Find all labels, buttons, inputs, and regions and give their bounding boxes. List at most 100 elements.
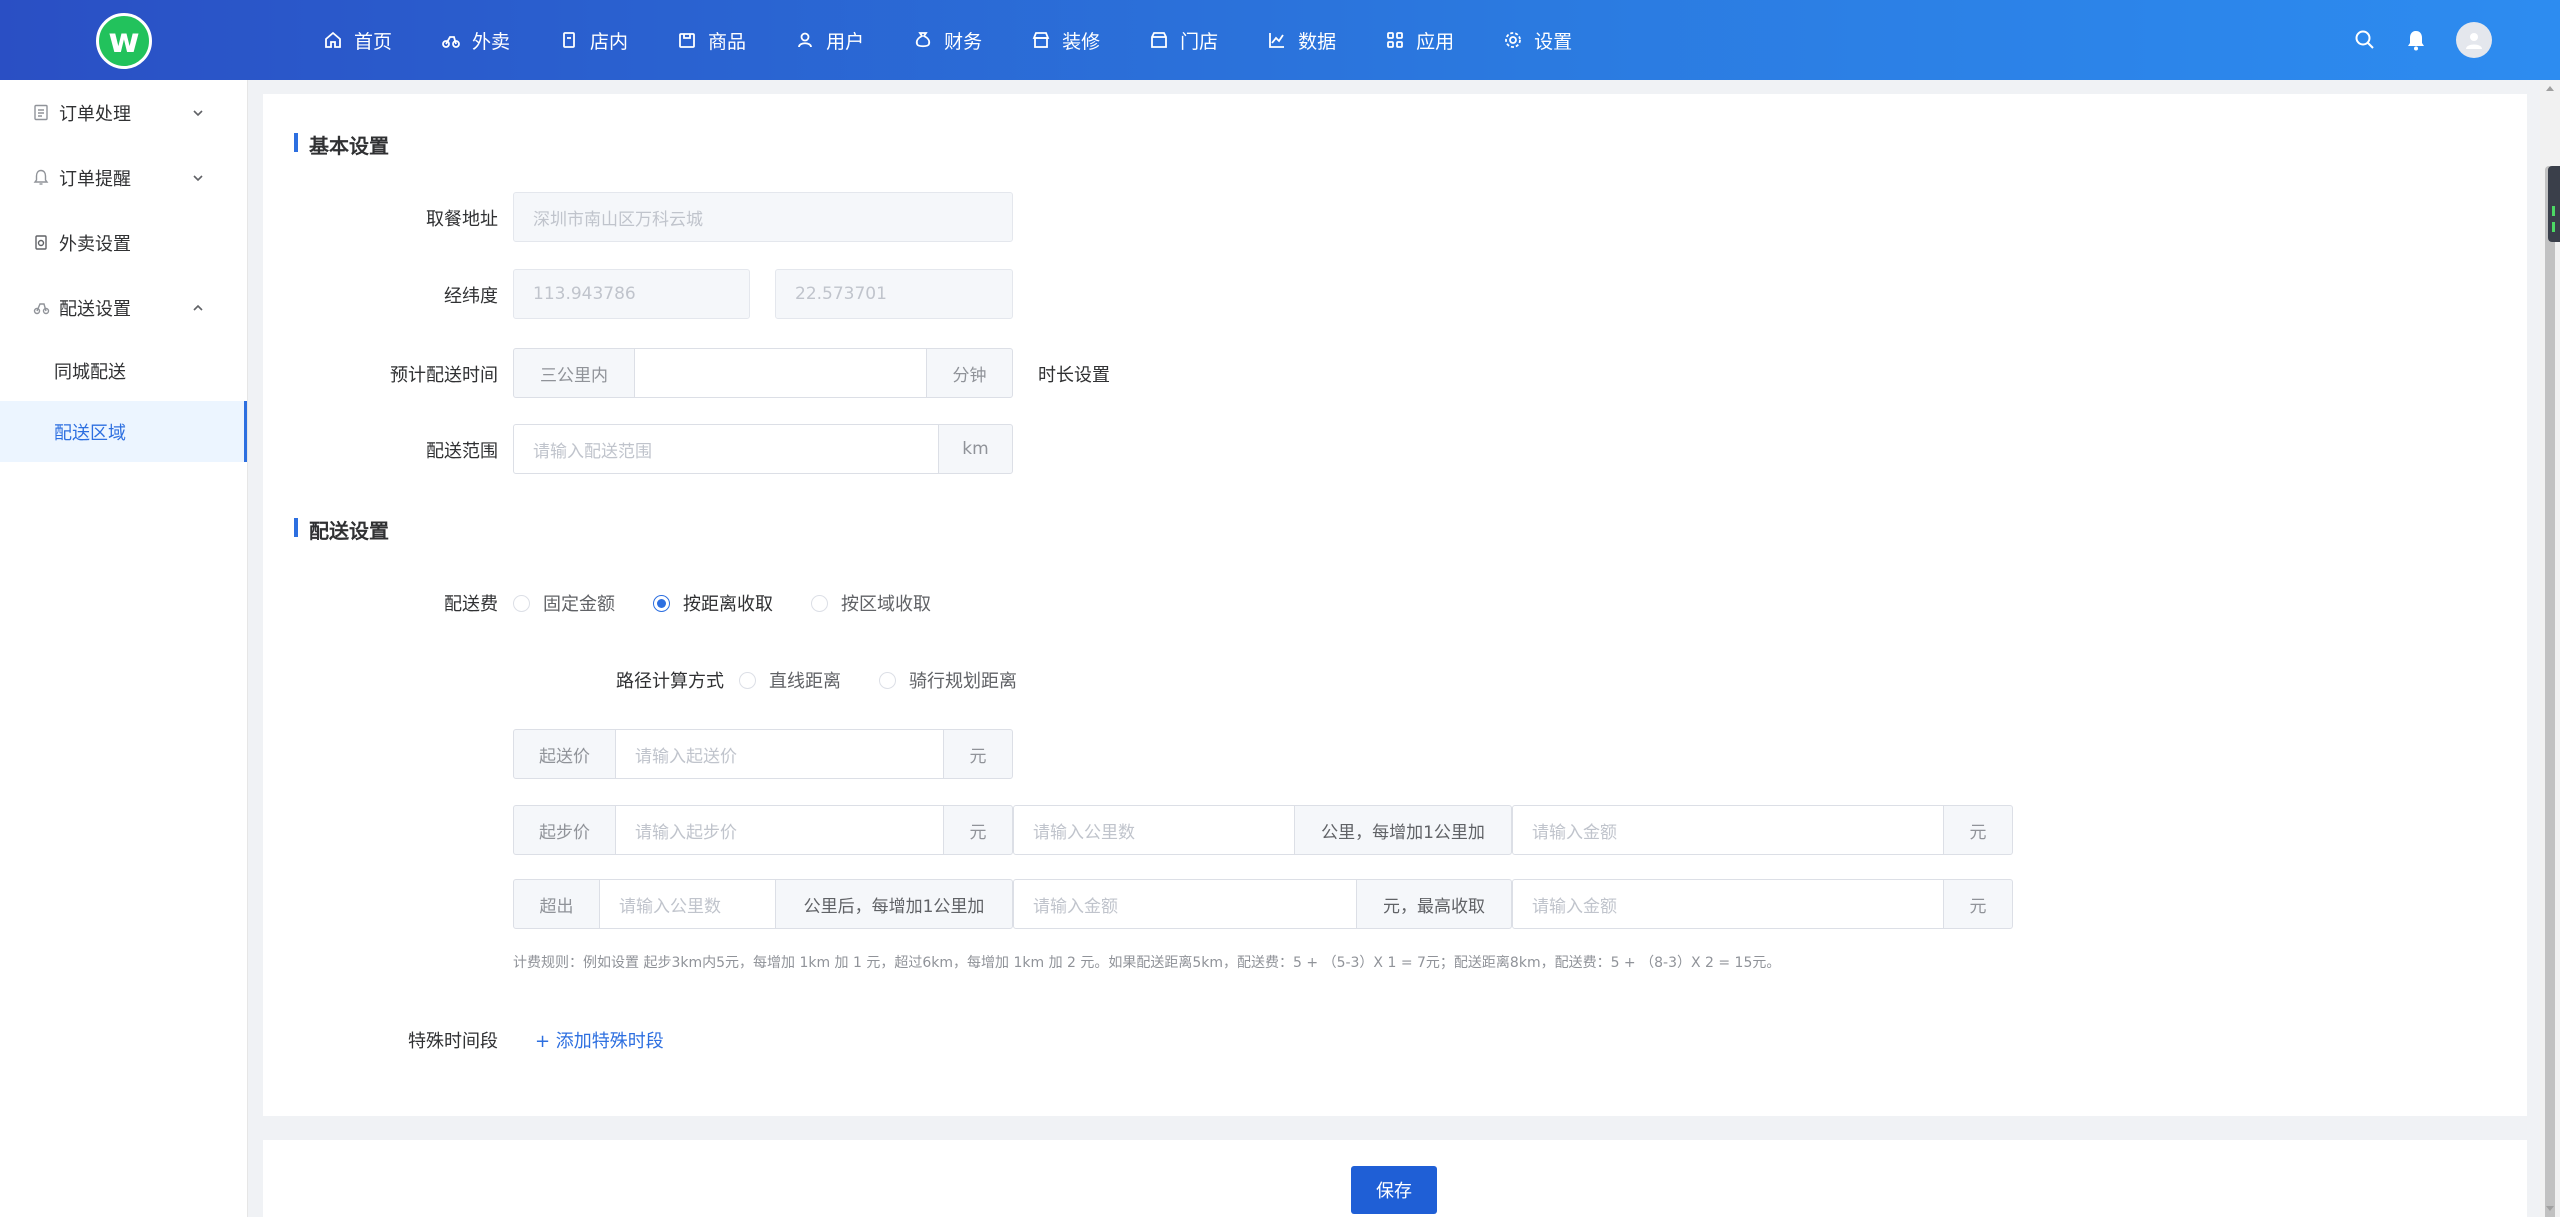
side-float-tab[interactable] (2548, 166, 2560, 242)
app-logo[interactable]: w (96, 13, 152, 69)
scroll-up-arrow[interactable] (2546, 86, 2554, 91)
exceed-km-input[interactable]: 请输入公里数 (599, 879, 776, 929)
radio-by-distance[interactable]: 按距离收取 (653, 590, 773, 616)
bell-icon[interactable] (2406, 29, 2426, 51)
nav-shop[interactable]: 门店 (1148, 0, 1218, 80)
chevron-down-icon (191, 171, 205, 185)
start-km-input[interactable]: 请输入公里数 (1013, 805, 1295, 855)
document-icon (31, 103, 51, 123)
longitude-input[interactable]: 113.943786 (513, 269, 750, 319)
sidebar-item-delivery-settings[interactable]: 配送设置 (0, 275, 247, 340)
latlng-label: 经纬度 (444, 286, 498, 307)
range-input[interactable]: 请输入配送范围 (513, 424, 939, 474)
duration-settings-link[interactable]: 时长设置 (1038, 361, 1110, 387)
nav-dinein[interactable]: 店内 (558, 0, 628, 80)
sidebar-item-order-process[interactable]: 订单处理 (0, 80, 247, 145)
sidebar-item-order-remind[interactable]: 订单提醒 (0, 145, 247, 210)
goods-icon (676, 29, 698, 51)
per-km-amount-input[interactable]: 请输入金额 (1512, 805, 1944, 855)
radio-dot (653, 594, 670, 612)
min-order-input[interactable]: 请输入起送价 (615, 729, 944, 779)
sidebar-subitem-city-delivery[interactable]: 同城配送 (0, 340, 247, 401)
after-km-label: 公里后，每增加1公里加 (775, 879, 1013, 929)
save-button[interactable]: 保存 (1351, 1166, 1437, 1214)
nav-label: 应用 (1416, 30, 1455, 53)
eta-prefix: 三公里内 (513, 348, 635, 398)
nav-label: 装修 (1062, 30, 1101, 53)
add-special-time-link[interactable]: + 添加特殊时段 (535, 1027, 664, 1053)
latitude-input[interactable]: 22.573701 (775, 269, 1013, 319)
home-icon (322, 29, 344, 51)
per-km-amount-placeholder: 请输入金额 (1532, 822, 1617, 843)
radio-label: 骑行规划距离 (909, 671, 1017, 692)
radio-dot (879, 671, 896, 689)
billing-rule-hint: 计费规则：例如设置 起步3km内5元，每增加 1km 加 1 元，超过6km，每… (513, 955, 1781, 971)
start-km-placeholder: 请输入公里数 (1033, 822, 1135, 843)
nav-apps[interactable]: 应用 (1384, 0, 1454, 80)
search-icon[interactable] (2354, 29, 2376, 51)
nav-label: 财务 (944, 30, 983, 53)
radio-dot (739, 671, 756, 689)
range-placeholder: 请输入配送范围 (533, 441, 652, 462)
radio-dot (513, 594, 530, 612)
nav-user[interactable]: 用户 (794, 0, 864, 80)
section-title-delivery: 配送设置 (294, 515, 389, 544)
exceed-amount-input[interactable]: 请输入金额 (1013, 879, 1357, 929)
pickup-address-input[interactable]: 深圳市南山区万科云城 (513, 192, 1013, 242)
delivery-icon (31, 298, 51, 318)
chevron-down-icon (191, 106, 205, 120)
eta-input[interactable] (634, 348, 927, 398)
page-scrollbar[interactable] (2540, 80, 2560, 1217)
nav-decorate[interactable]: 装修 (1030, 0, 1100, 80)
min-order-prefix: 起送价 (513, 729, 616, 779)
sidebar-item-label: 外卖设置 (59, 233, 131, 255)
sidebar-subitem-delivery-area[interactable]: 配送区域 (0, 401, 247, 462)
nav-finance[interactable]: 财务 (912, 0, 982, 80)
start-price-placeholder: 请输入起步价 (635, 822, 737, 843)
logo-letter: w (108, 21, 140, 61)
nav-data[interactable]: 数据 (1266, 0, 1336, 80)
per-km-label: 公里，每增加1公里加 (1294, 805, 1512, 855)
exceed-km-placeholder: 请输入公里数 (619, 896, 721, 917)
apps-icon (1384, 29, 1406, 51)
radio-by-area[interactable]: 按区域收取 (811, 590, 931, 616)
bell-outline-icon (31, 168, 51, 188)
decorate-icon (1030, 29, 1052, 51)
range-label: 配送范围 (426, 441, 498, 462)
nav-takeout[interactable]: 外卖 (440, 0, 510, 80)
radio-label: 按区域收取 (841, 594, 931, 615)
radio-riding-distance[interactable]: 骑行规划距离 (879, 667, 1017, 693)
nav-home[interactable]: 首页 (322, 0, 392, 80)
route-label: 路径计算方式 (616, 671, 724, 692)
sidebar-item-label: 配送设置 (59, 298, 131, 320)
sidebar: 订单处理 订单提醒 外卖设置 配送设置 同城配送 配送区域 (0, 80, 248, 1217)
radio-fixed-amount[interactable]: 固定金额 (513, 590, 615, 616)
scroll-down-arrow[interactable] (2546, 1206, 2554, 1211)
pickup-address-value: 深圳市南山区万科云城 (533, 209, 703, 230)
nav-label: 外卖 (472, 30, 511, 53)
main-nav: 首页 外卖 店内 商品 用户 财务 装修 门店 数据 应用 设置 (322, 0, 1572, 80)
top-right-tools (2324, 0, 2492, 80)
exceed-prefix: 超出 (513, 879, 600, 929)
per-km-amount-unit: 元 (1943, 805, 2013, 855)
nav-settings[interactable]: 设置 (1502, 0, 1572, 80)
user-icon (794, 29, 816, 51)
chevron-up-icon (191, 301, 205, 315)
start-price-input[interactable]: 请输入起步价 (615, 805, 944, 855)
max-charge-input[interactable]: 请输入金额 (1512, 879, 1944, 929)
max-charge-unit: 元 (1943, 879, 2013, 929)
avatar[interactable] (2456, 22, 2492, 58)
max-charge-label: 元，最高收取 (1356, 879, 1512, 929)
bike-icon (440, 29, 462, 51)
sidebar-item-takeout-settings[interactable]: 外卖设置 (0, 210, 247, 275)
takeout-icon (31, 233, 51, 253)
nav-goods[interactable]: 商品 (676, 0, 746, 80)
sidebar-item-label: 订单提醒 (59, 168, 131, 190)
radio-straight-distance[interactable]: 直线距离 (739, 667, 841, 693)
radio-label: 固定金额 (543, 594, 615, 615)
max-charge-placeholder: 请输入金额 (1532, 896, 1617, 917)
start-price-unit: 元 (943, 805, 1013, 855)
radio-dot (811, 594, 828, 612)
scroll-thumb[interactable] (2545, 166, 2555, 1217)
nav-label: 用户 (826, 30, 865, 53)
